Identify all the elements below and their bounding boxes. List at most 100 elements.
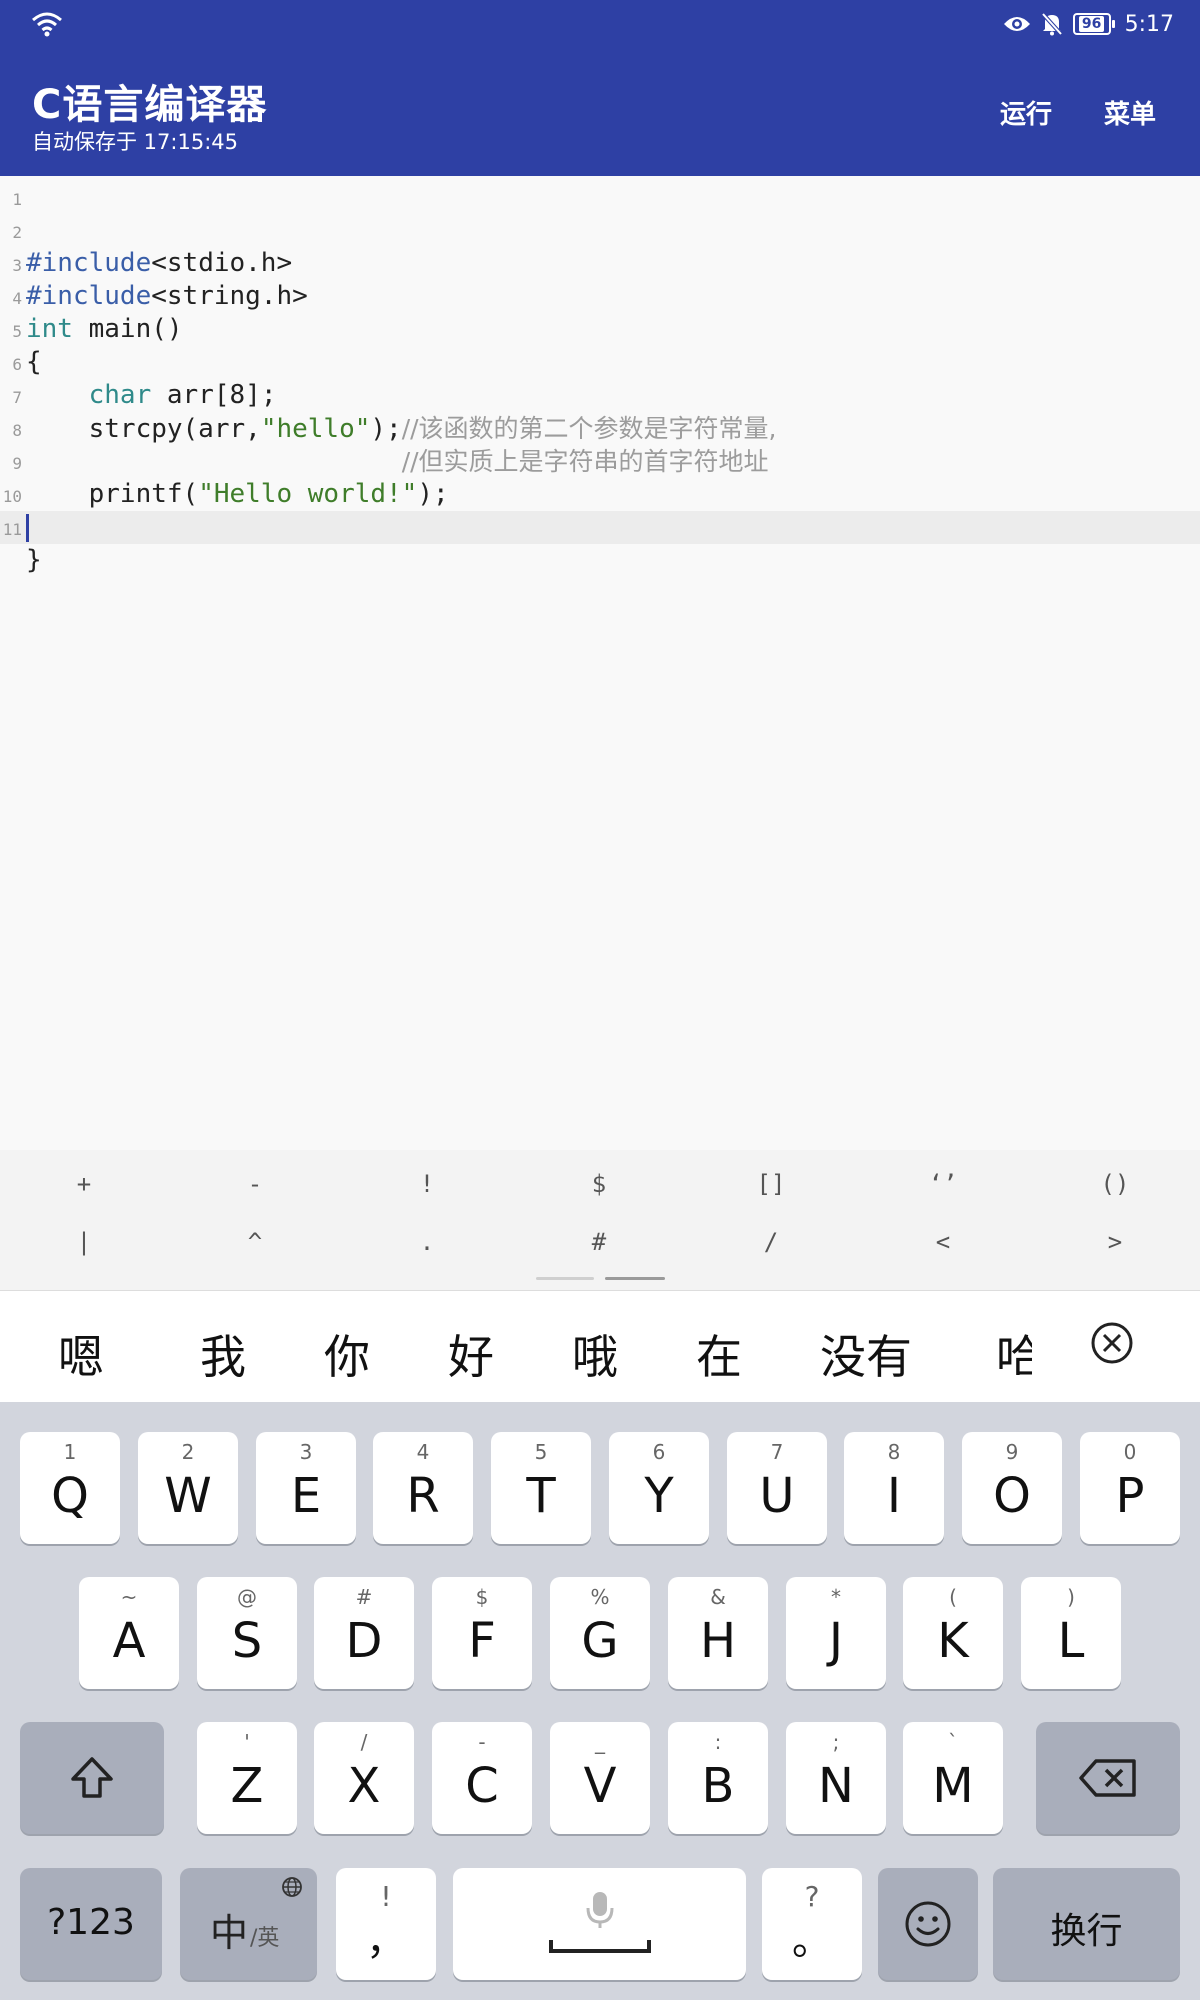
- symbol-bar: + - ! $ [] ‘’ () | ^ . # / < >: [0, 1150, 1200, 1290]
- line-number: 3: [12, 256, 22, 275]
- wifi-icon: [32, 12, 62, 37]
- key-j[interactable]: * J: [786, 1577, 886, 1689]
- code-line: 6 strcpy(arr,"hello");//该函数的第二个参数是字符常量,: [0, 346, 1200, 444]
- symbol-key[interactable]: $: [539, 1170, 659, 1198]
- line-number: 1: [12, 190, 22, 209]
- symbol-key[interactable]: (): [1055, 1170, 1175, 1198]
- key-t[interactable]: 5T: [491, 1432, 591, 1544]
- symbol-key[interactable]: ^: [195, 1228, 315, 1256]
- line-number: 5: [12, 322, 22, 341]
- symbol-key[interactable]: /: [711, 1228, 831, 1256]
- key-u[interactable]: 7U: [727, 1432, 827, 1544]
- key-s[interactable]: @ S: [197, 1577, 297, 1689]
- code-line: 1 #include<stdio.h>: [0, 181, 1200, 278]
- emoji-key[interactable]: [878, 1868, 978, 1980]
- key-i[interactable]: 8I: [844, 1432, 944, 1544]
- symbol-key[interactable]: +: [24, 1170, 144, 1198]
- symbol-key[interactable]: !: [367, 1170, 487, 1198]
- candidate-word[interactable]: 没有: [820, 1321, 912, 1387]
- candidate-word[interactable]: 嗯: [58, 1321, 104, 1387]
- candidate-word[interactable]: 好: [448, 1321, 494, 1387]
- line-number: 10: [2, 487, 22, 506]
- line-number: 9: [12, 454, 22, 473]
- run-button[interactable]: 运行: [1000, 94, 1052, 131]
- bell-off-icon: [1041, 12, 1063, 36]
- code-line-current[interactable]: 11: [0, 511, 1200, 544]
- enter-key[interactable]: 换行: [993, 1868, 1180, 1980]
- candidate-word[interactable]: 我: [200, 1321, 246, 1387]
- symbols-toggle-key[interactable]: ?123: [20, 1868, 162, 1980]
- code-line: 10 }: [0, 478, 1200, 575]
- key-w[interactable]: 2W: [138, 1432, 238, 1544]
- close-circle-icon[interactable]: [1090, 1321, 1134, 1365]
- code-line: 4 {: [0, 280, 1200, 377]
- autosave-status: 自动保存于 17:15:45: [32, 130, 238, 154]
- candidate-word[interactable]: 你: [324, 1321, 370, 1387]
- app-title: C语言编译器: [32, 82, 268, 128]
- key-v[interactable]: _ V: [550, 1722, 650, 1834]
- space-key[interactable]: [453, 1868, 746, 1980]
- code-line: 3 int main(): [0, 247, 1200, 344]
- code-line: 2 #include<string.h>: [0, 214, 1200, 311]
- candidate-bar: 嗯 我 你 好 哦 在 没有 哈: [0, 1290, 1200, 1403]
- symbol-key[interactable]: |: [24, 1228, 144, 1256]
- key-a[interactable]: ~ A: [79, 1577, 179, 1689]
- symbol-key[interactable]: >: [1055, 1228, 1175, 1256]
- key-l[interactable]: ) L: [1021, 1577, 1121, 1689]
- key-x[interactable]: / X: [314, 1722, 414, 1834]
- status-bar: 96 5:17: [0, 0, 1200, 48]
- candidate-word[interactable]: 哈: [996, 1321, 1032, 1375]
- symbol-key[interactable]: ‘’: [883, 1170, 1003, 1198]
- key-c[interactable]: -C: [432, 1722, 532, 1834]
- keyboard: 1Q 2W 3E 4R 5T 6Y 7U 8I 9O 0P ~ A @ S # D $…: [0, 1402, 1200, 2000]
- key-h[interactable]: & H: [668, 1577, 768, 1689]
- line-number: 7: [12, 388, 22, 407]
- emoji-icon: [905, 1901, 951, 1947]
- symbol-key[interactable]: -: [195, 1170, 315, 1198]
- candidate-word[interactable]: 在: [696, 1321, 742, 1387]
- page-indicator-active: [605, 1277, 665, 1280]
- candidate-word[interactable]: 哦: [572, 1321, 618, 1387]
- key-b[interactable]: :B: [668, 1722, 768, 1834]
- shift-key[interactable]: [20, 1722, 164, 1834]
- period-key[interactable]: ?。: [762, 1868, 862, 1980]
- line-number: 6: [12, 355, 22, 374]
- comma-key[interactable]: !，: [336, 1868, 436, 1980]
- line-number: 2: [12, 223, 22, 242]
- battery-level: 96: [1078, 16, 1105, 32]
- symbol-key[interactable]: <: [883, 1228, 1003, 1256]
- clock: 5:17: [1124, 11, 1174, 37]
- code-line: 8 printf("Hello world!");: [0, 412, 1200, 509]
- text-cursor: [26, 514, 29, 542]
- key-o[interactable]: 9O: [962, 1432, 1062, 1544]
- key-d[interactable]: # D: [314, 1577, 414, 1689]
- key-q[interactable]: 1Q: [20, 1432, 120, 1544]
- symbol-key[interactable]: #: [539, 1228, 659, 1256]
- backspace-icon: [1079, 1759, 1136, 1797]
- key-y[interactable]: 6Y: [609, 1432, 709, 1544]
- key-n[interactable]: ; N: [786, 1722, 886, 1834]
- language-toggle-key[interactable]: 中 /英: [180, 1868, 317, 1980]
- backspace-key[interactable]: [1036, 1722, 1180, 1834]
- key-z[interactable]: ' Z: [197, 1722, 297, 1834]
- key-f[interactable]: $ F: [432, 1577, 532, 1689]
- code-line: 7 //但实质上是字符串的首字符地址: [0, 379, 1200, 476]
- menu-button[interactable]: 菜单: [1104, 94, 1156, 131]
- key-g[interactable]: % G: [550, 1577, 650, 1689]
- globe-icon: [282, 1877, 302, 1897]
- page-indicator: [536, 1277, 594, 1280]
- line-number: 4: [12, 289, 22, 308]
- key-p[interactable]: 0P: [1080, 1432, 1180, 1544]
- key-m[interactable]: ` M: [903, 1722, 1003, 1834]
- symbol-key[interactable]: []: [711, 1170, 831, 1198]
- line-number: 11: [2, 520, 22, 539]
- code-editor[interactable]: 1 #include<stdio.h> 2 #include<string.h>…: [0, 176, 1200, 1150]
- key-k[interactable]: (K: [903, 1577, 1003, 1689]
- key-r[interactable]: 4R: [373, 1432, 473, 1544]
- code-line: 5 char arr[8];: [0, 313, 1200, 410]
- key-e[interactable]: 3E: [256, 1432, 356, 1544]
- battery-icon: 96: [1072, 13, 1115, 35]
- line-number: 8: [12, 421, 22, 440]
- app-bar: 96 5:17 C语言编译器 自动保存于 17:15:45 运行 菜单: [0, 0, 1200, 176]
- symbol-key[interactable]: .: [367, 1228, 487, 1256]
